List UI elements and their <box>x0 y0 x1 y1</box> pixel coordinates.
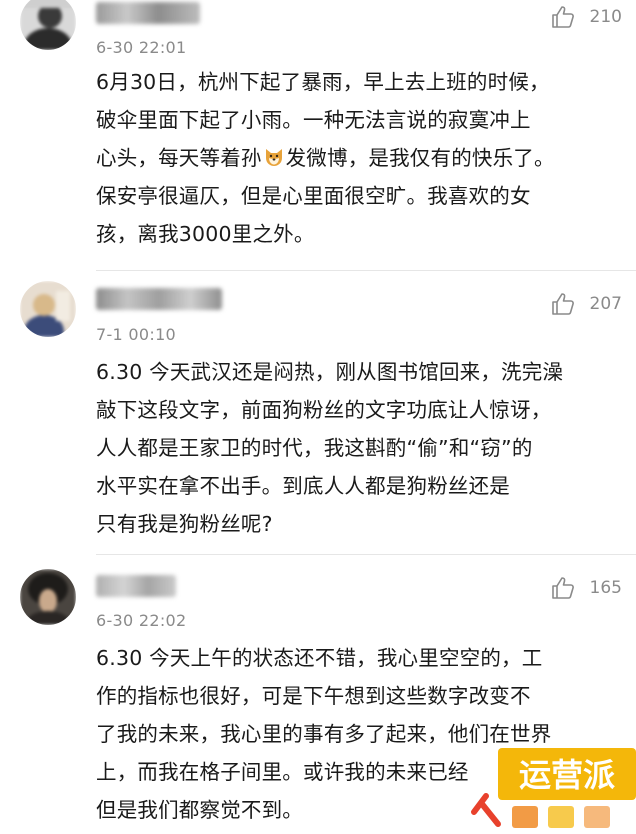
comment-item: 6-30 22:01 210 6月30日，杭州下起了暴雨，早上去上班的时候， 破… <box>0 0 636 270</box>
thumbs-up-icon <box>551 6 574 28</box>
comment-time: 6-30 22:01 <box>96 38 187 57</box>
comment-line: 只有我是狗粉丝呢? <box>96 512 273 536</box>
avatar[interactable] <box>20 0 76 50</box>
dog-emoji-icon <box>263 142 285 166</box>
username-blurred[interactable] <box>96 288 222 310</box>
comment-item: 7-1 00:10 207 6.30 今天武汉还是闷热，刚从图书馆回来，洗完澡 … <box>0 271 636 554</box>
username-blurred[interactable] <box>96 575 176 597</box>
watermark-text: 运营派 <box>519 756 615 794</box>
thumbs-up-icon <box>551 293 574 315</box>
like-button[interactable]: 210 <box>550 4 622 30</box>
comment-line: 人人都是王家卫的时代，我这斟酌“偷”和“窃”的 <box>96 436 533 460</box>
like-count: 210 <box>589 7 622 27</box>
like-count: 165 <box>589 578 622 598</box>
comment-line: 破伞里面下起了小雨。一种无法言说的寂寞冲上 <box>96 108 531 132</box>
avatar[interactable] <box>20 569 76 625</box>
comment-text: 6.30 今天武汉还是闷热，刚从图书馆回来，洗完澡 敲下这段文字，前面狗粉丝的文… <box>96 353 616 543</box>
comment-line: 6.30 今天上午的状态还不错，我心里空空的，工 <box>96 646 543 670</box>
comment-line: 6.30 今天武汉还是闷热，刚从图书馆回来，洗完澡 <box>96 360 564 384</box>
comment-line: 保安亭很逼仄，但是心里面很空旷。我喜欢的女 <box>96 184 531 208</box>
comment-line: 孩，离我3000里之外。 <box>96 222 315 246</box>
comment-line: 6月30日，杭州下起了暴雨，早上去上班的时候， <box>96 70 550 94</box>
comment-line-part: 发微博，是我仅有的快乐了。 <box>285 146 555 170</box>
comment-line-part: 心头，每天等着孙 <box>96 146 262 170</box>
username-blurred[interactable] <box>96 2 200 24</box>
comment-line: 水平实在拿不出手。到底人人都是狗粉丝还是 <box>96 474 510 498</box>
comment-line: 作的指标也很好，可是下午想到这些数字改变不 <box>96 684 531 708</box>
like-button[interactable]: 165 <box>550 575 622 601</box>
comment-text: 6月30日，杭州下起了暴雨，早上去上班的时候， 破伞里面下起了小雨。一种无法言说… <box>96 63 616 253</box>
like-count: 207 <box>589 294 622 314</box>
like-button[interactable]: 207 <box>550 291 622 317</box>
comment-time: 6-30 22:02 <box>96 611 187 630</box>
comment-line: 心头，每天等着孙 发微博，是我仅有的快乐了。 <box>96 139 616 177</box>
comment-time: 7-1 00:10 <box>96 325 177 344</box>
avatar[interactable] <box>20 281 76 337</box>
watermark-logo: 运营派 <box>468 748 636 830</box>
comment-line: 敲下这段文字，前面狗粉丝的文字功底让人惊讶， <box>96 398 552 422</box>
thumbs-up-icon <box>551 577 574 599</box>
